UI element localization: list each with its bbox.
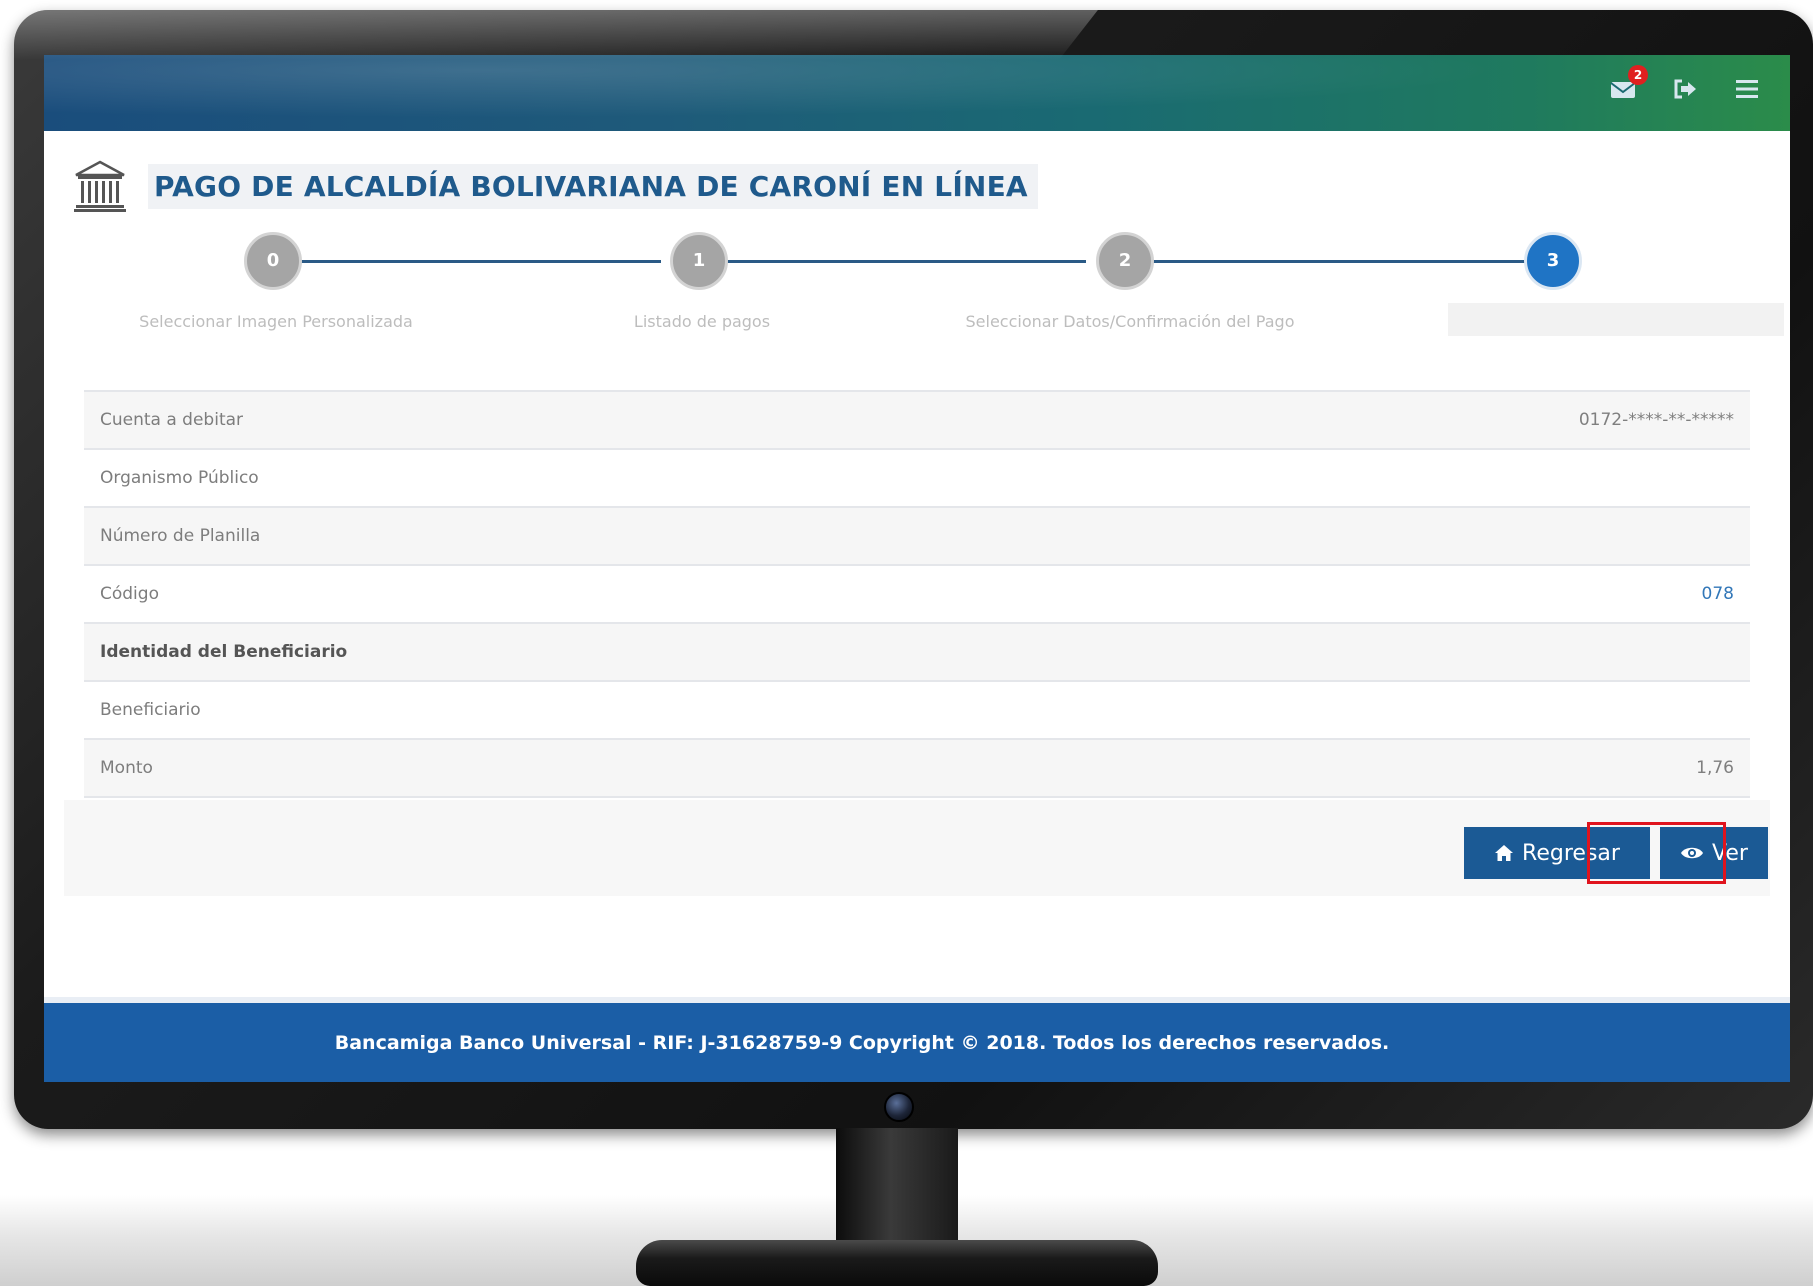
detail-value: 078 [1701, 584, 1734, 604]
footer: Bancamiga Banco Universal - RIF: J-31628… [44, 997, 1790, 1082]
bank-building-icon [74, 160, 126, 212]
payment-stepper: 0 1 2 3 Seleccionar Imagen Personalizada… [44, 228, 1790, 358]
footer-copyright: Bancamiga Banco Universal - RIF: J-31628… [334, 1031, 1390, 1054]
step-connector [1126, 260, 1540, 263]
detail-section-heading: Identidad del Beneficiario [100, 642, 348, 662]
page-header: PAGO DE ALCALDÍA BOLIVARIANA DE CARONÍ E… [72, 155, 1038, 217]
monitor-stand-base [636, 1240, 1158, 1286]
logout-icon-svg [1674, 79, 1696, 99]
step-2-label: Seleccionar Datos/Confirmación del Pago [965, 312, 1295, 331]
step-3-label [1448, 303, 1784, 336]
step-1-label: Listado de pagos [633, 312, 771, 331]
detail-value: 0172-****-**-***** [1578, 410, 1734, 430]
detail-row: Organismo Público [84, 448, 1750, 506]
view-button-highlight [1587, 822, 1726, 884]
detail-row: Beneficiario [84, 680, 1750, 738]
step-2-circle: 2 [1096, 232, 1154, 290]
home-icon [1495, 845, 1514, 861]
detail-row: Número de Planilla [84, 506, 1750, 564]
detail-label: Organismo Público [100, 468, 259, 488]
detail-label: Código [100, 584, 159, 604]
detail-row: Cuenta a debitar 0172-****-**-***** [84, 390, 1750, 448]
detail-value: 1,76 [1696, 758, 1734, 778]
detail-label: Cuenta a debitar [100, 410, 244, 430]
actions-bar: Regresar Ver [64, 800, 1770, 896]
monitor-stand-neck [836, 1128, 958, 1248]
top-navbar: 2 [44, 55, 1790, 131]
detail-row: Identidad del Beneficiario [84, 622, 1750, 680]
step-connector [701, 260, 1086, 263]
hamburger-menu-icon[interactable] [1730, 75, 1764, 109]
step-0-circle: 0 [244, 232, 302, 290]
screen: 2 PAGO DE ALCALDÍA BOLIVARIANA DE CARONÍ… [44, 55, 1790, 1082]
detail-row: Monto 1,76 [84, 738, 1750, 798]
messages-badge: 2 [1628, 65, 1648, 85]
step-0-label: Seleccionar Imagen Personalizada [139, 312, 413, 331]
logout-icon[interactable] [1668, 75, 1702, 109]
step-3-circle: 3 [1524, 232, 1582, 290]
payment-details-table: Cuenta a debitar 0172-****-**-***** Orga… [84, 390, 1750, 798]
detail-label: Número de Planilla [100, 526, 261, 546]
page-title: PAGO DE ALCALDÍA BOLIVARIANA DE CARONÍ E… [148, 163, 1038, 209]
step-1-circle: 1 [670, 232, 728, 290]
navbar-icons: 2 [1606, 65, 1764, 109]
camera-icon [884, 1092, 914, 1122]
envelope-icon[interactable]: 2 [1606, 65, 1648, 109]
detail-row: Código 078 [84, 564, 1750, 622]
detail-label: Monto [100, 758, 153, 778]
step-connector [275, 260, 661, 263]
detail-label: Beneficiario [100, 700, 201, 720]
hamburger-menu-icon-svg [1736, 80, 1758, 98]
